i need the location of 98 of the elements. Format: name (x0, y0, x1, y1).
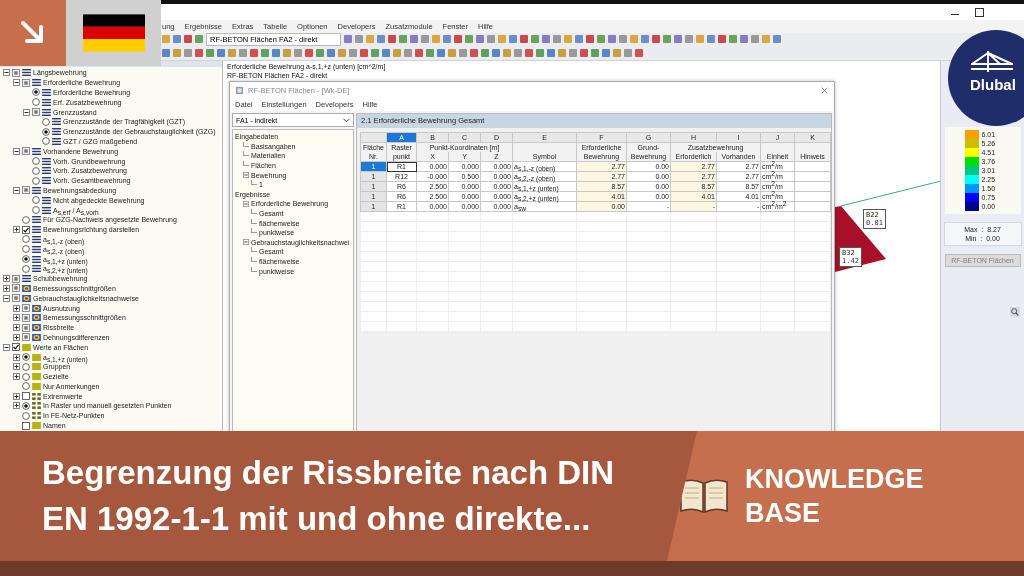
video-title: Begrenzung der Rissbreite nach DIN EN 1992-1-1 mit und ohne direkte... (41, 453, 616, 539)
radio-button[interactable] (22, 255, 30, 264)
expander-toggle[interactable] (13, 373, 20, 381)
radio-button[interactable] (22, 411, 30, 420)
expander-toggle[interactable] (3, 294, 10, 302)
contour-icon (32, 314, 41, 322)
lines-icon (22, 69, 31, 77)
radio-button[interactable] (22, 264, 30, 273)
expander-toggle[interactable] (13, 186, 20, 194)
grid-icon (32, 412, 41, 420)
radio-button[interactable] (42, 137, 50, 146)
expander-toggle[interactable] (13, 226, 20, 234)
contour-icon (22, 294, 31, 302)
lines-icon (42, 196, 51, 204)
column-header (794, 142, 831, 152)
checkbox[interactable] (22, 313, 30, 322)
expander-toggle[interactable] (13, 333, 20, 341)
radio-button[interactable] (22, 382, 30, 391)
radio-button[interactable] (42, 117, 50, 126)
checkbox[interactable] (22, 392, 30, 401)
expander-toggle[interactable] (3, 284, 10, 292)
expander-toggle[interactable] (13, 363, 20, 371)
lines-icon (32, 147, 41, 155)
expander-toggle[interactable] (13, 79, 20, 87)
lines-icon (42, 206, 51, 214)
flag-icon (82, 13, 145, 53)
radio-button[interactable] (22, 215, 30, 224)
lines-icon (32, 265, 41, 273)
radio-button[interactable] (22, 402, 30, 410)
expander-toggle[interactable] (13, 392, 20, 400)
magnifier-icon[interactable] (1010, 307, 1020, 317)
radio-button[interactable] (32, 206, 40, 215)
book-icon (679, 478, 729, 514)
expander-toggle[interactable] (13, 314, 20, 322)
expander-toggle[interactable] (3, 275, 10, 283)
lines-icon (32, 79, 41, 87)
column-letter[interactable] (360, 132, 387, 143)
lines-icon (42, 157, 51, 165)
grid-icon (32, 402, 41, 410)
expander-toggle[interactable] (23, 108, 30, 116)
radio-button[interactable] (42, 127, 50, 136)
radio-button[interactable] (32, 157, 40, 166)
radio-button[interactable] (32, 176, 40, 185)
radio-button[interactable] (22, 353, 30, 361)
checkbox[interactable] (22, 225, 30, 234)
radio-button[interactable] (32, 98, 40, 107)
lines-icon (22, 275, 31, 283)
contour-icon (32, 304, 41, 312)
expander-toggle[interactable] (3, 343, 10, 351)
lines-icon (42, 98, 51, 106)
lines-icon (42, 108, 51, 116)
expander-toggle[interactable] (13, 147, 20, 155)
expander-toggle[interactable] (243, 172, 249, 179)
radio-button[interactable] (32, 196, 40, 205)
checkbox[interactable] (22, 304, 30, 312)
flag-icon (32, 422, 41, 430)
checkbox[interactable] (22, 147, 30, 156)
checkbox[interactable] (22, 78, 30, 87)
expander-toggle[interactable] (13, 402, 20, 410)
checkbox[interactable] (22, 333, 30, 342)
checkbox[interactable] (12, 284, 20, 293)
chevron-icon (343, 117, 350, 123)
grid-icon (32, 392, 41, 400)
checkbox[interactable] (12, 274, 20, 283)
bridge-icon (970, 50, 1014, 72)
app-icon (236, 86, 243, 94)
column-header (760, 142, 795, 152)
expander-toggle[interactable] (13, 304, 20, 312)
radio-button[interactable] (22, 245, 30, 254)
radio-button[interactable] (32, 88, 40, 97)
lines-icon (42, 167, 51, 175)
close-icon[interactable] (821, 86, 828, 94)
expander-toggle[interactable] (13, 324, 20, 332)
checkbox[interactable] (22, 421, 30, 430)
maximize-icon[interactable] (975, 7, 984, 17)
expander-toggle[interactable] (243, 239, 249, 246)
radio-button[interactable] (22, 362, 30, 371)
lines-icon (32, 216, 41, 224)
checkbox[interactable] (12, 343, 20, 352)
brand-name: Dlubal (970, 76, 1016, 93)
radio-button[interactable] (32, 166, 40, 175)
lines-icon (42, 89, 51, 96)
lines-icon (32, 245, 41, 253)
category-label: KNOWLEDGE BASE (745, 463, 925, 530)
checkbox[interactable] (22, 323, 30, 332)
lines-icon (52, 118, 61, 126)
column-header (512, 142, 577, 152)
radio-button[interactable] (22, 235, 30, 244)
checkbox[interactable] (32, 108, 40, 117)
expander-toggle[interactable] (243, 200, 249, 207)
expander-toggle[interactable] (3, 69, 10, 77)
lines-icon (32, 255, 41, 263)
expander-toggle[interactable] (13, 353, 20, 361)
checkbox[interactable] (12, 294, 20, 303)
radio-button[interactable] (22, 372, 30, 381)
checkbox[interactable] (12, 68, 20, 77)
checkbox[interactable] (22, 186, 30, 195)
contour-icon (22, 284, 31, 292)
